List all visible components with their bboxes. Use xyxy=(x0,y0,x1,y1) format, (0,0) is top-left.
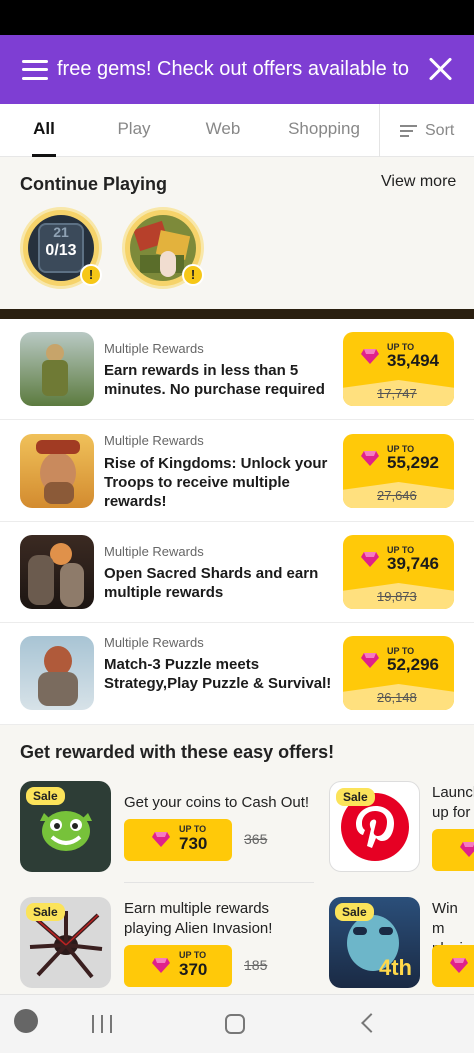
offer-title: Rise of Kingdoms: Unlock your Troops to … xyxy=(104,455,328,510)
offer-tag: Multiple Rewards xyxy=(104,544,204,559)
gem-icon xyxy=(450,958,468,973)
offer-thumbnail xyxy=(20,535,94,609)
sort-icon xyxy=(400,124,417,137)
assistant-icon[interactable] xyxy=(14,1009,38,1033)
banner-text: free gems! Check out offers available to xyxy=(57,58,410,80)
view-more-link[interactable]: View more xyxy=(381,173,456,191)
filter-tabs: All Play Web Shopping Sort xyxy=(0,104,474,157)
offer-row[interactable]: Multiple Rewards Open Sacred Shards and … xyxy=(0,522,474,623)
row-divider xyxy=(124,882,314,883)
progress-count: 0/13 xyxy=(45,242,77,259)
gem-icon xyxy=(460,842,474,857)
offer-thumbnail xyxy=(20,636,94,710)
offer-tag: Multiple Rewards xyxy=(104,341,204,356)
reward-button[interactable]: UP TO 39,746 19,873 xyxy=(343,535,454,609)
offer-title: Open Sacred Shards and earn multiple rew… xyxy=(104,565,319,601)
gem-icon xyxy=(361,349,379,364)
reward-amount: 55,292 xyxy=(387,453,439,472)
gem-icon xyxy=(361,552,379,567)
easy-offer-thumbnail[interactable]: Sale xyxy=(20,897,111,988)
gem-icon xyxy=(152,832,170,847)
easy-offer-title: Earn multiple rewards playing Alien Inva… xyxy=(124,900,273,937)
offer-title: Match-3 Puzzle meets Strategy,Play Puzzl… xyxy=(104,656,332,692)
offer-tag: Multiple Rewards xyxy=(104,433,204,448)
sort-button[interactable]: Sort xyxy=(400,104,454,157)
reward-amount: 730 xyxy=(179,834,208,853)
easy-reward-button[interactable] xyxy=(432,945,474,987)
tab-web[interactable]: Web xyxy=(196,104,250,157)
offer-title: Earn rewards in less than 5 minutes. No … xyxy=(104,362,325,398)
reward-old-amount: 365 xyxy=(244,831,268,847)
easy-offer-title: Launch up for xyxy=(432,784,474,821)
home-icon[interactable] xyxy=(225,1014,245,1034)
gem-icon xyxy=(361,653,379,668)
reward-amount: 370 xyxy=(179,960,208,979)
reward-old-amount: 185 xyxy=(244,957,268,973)
reward-button[interactable]: UP TO 52,296 26,148 xyxy=(343,636,454,710)
reward-button[interactable]: UP TO 55,292 27,646 xyxy=(343,434,454,508)
easy-offer-title: Get your coins to Cash Out! xyxy=(124,794,310,811)
reward-button[interactable]: UP TO 35,494 17,747 xyxy=(343,332,454,406)
offer-row[interactable]: Multiple Rewards Rise of Kingdoms: Unloc… xyxy=(0,420,474,522)
rank-label: 4th xyxy=(379,955,412,980)
reward-amount: 35,494 xyxy=(387,351,439,370)
reward-upto: UP TO xyxy=(179,824,207,834)
sale-badge: Sale xyxy=(335,903,374,921)
status-bar xyxy=(0,0,474,35)
alert-icon: ! xyxy=(182,264,204,286)
continue-game-1[interactable]: 21 0/13 ! xyxy=(20,207,102,289)
continue-playing-title: Continue Playing xyxy=(20,174,168,194)
menu-icon[interactable] xyxy=(22,59,48,80)
tab-play[interactable]: Play xyxy=(104,104,164,157)
close-icon[interactable] xyxy=(428,57,452,81)
continue-game-2[interactable]: ! xyxy=(122,207,204,289)
reward-old-amount: 19,873 xyxy=(377,589,417,604)
promo-banner[interactable]: free gems! Check out offers available to xyxy=(0,35,474,104)
system-nav-bar xyxy=(0,994,474,1053)
gem-icon xyxy=(361,451,379,466)
alert-icon: ! xyxy=(80,264,102,286)
sale-badge: Sale xyxy=(26,787,65,805)
easy-offer-thumbnail[interactable]: 4th Sale xyxy=(329,897,420,988)
easy-offer-thumbnail[interactable]: Sale xyxy=(329,781,420,872)
offer-thumbnail xyxy=(20,434,94,508)
green-monster-icon xyxy=(40,811,92,851)
reward-old-amount: 26,148 xyxy=(377,690,417,705)
gem-icon xyxy=(152,958,170,973)
reward-old-amount: 27,646 xyxy=(377,488,417,503)
tab-shopping[interactable]: Shopping xyxy=(282,104,366,157)
reward-old-amount: 17,747 xyxy=(377,386,417,401)
easy-offers-title: Get rewarded with these easy offers! xyxy=(20,742,335,762)
tab-all[interactable]: All xyxy=(20,104,68,157)
reward-upto: UP TO xyxy=(179,950,207,960)
recents-icon[interactable] xyxy=(92,1015,112,1033)
sale-badge: Sale xyxy=(336,788,375,806)
offer-thumbnail xyxy=(20,332,94,406)
section-divider xyxy=(0,309,474,319)
easy-offer-thumbnail[interactable]: Sale xyxy=(20,781,111,872)
sale-badge: Sale xyxy=(26,903,65,921)
easy-reward-button[interactable]: UP TO 730 xyxy=(124,819,232,861)
offer-tag: Multiple Rewards xyxy=(104,635,204,650)
easy-reward-button[interactable] xyxy=(432,829,474,871)
offer-row[interactable]: Multiple Rewards Match-3 Puzzle meets St… xyxy=(0,623,474,725)
back-icon[interactable] xyxy=(361,1013,381,1033)
progress-top: 21 xyxy=(53,224,69,240)
offer-row[interactable]: Multiple Rewards Earn rewards in less th… xyxy=(0,319,474,420)
reward-amount: 52,296 xyxy=(387,655,439,674)
tab-divider xyxy=(379,104,380,157)
easy-reward-button[interactable]: UP TO 370 xyxy=(124,945,232,987)
reward-amount: 39,746 xyxy=(387,554,439,573)
sort-label: Sort xyxy=(425,121,455,139)
